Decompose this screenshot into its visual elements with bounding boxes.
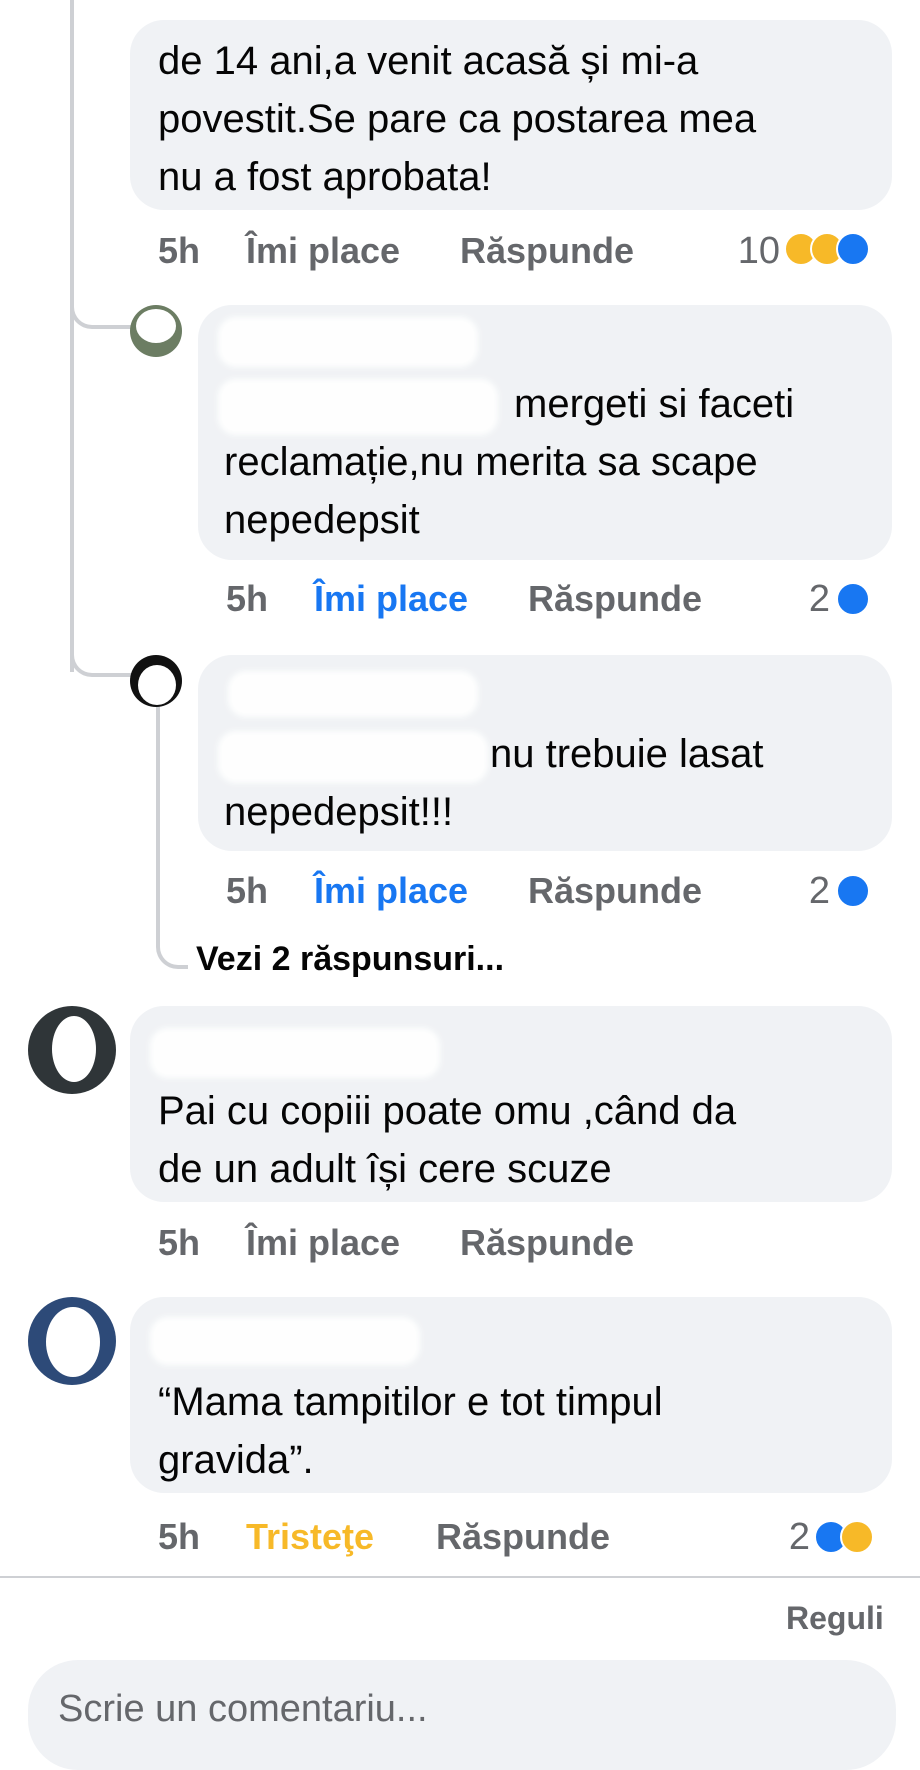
comment-text-line: de un adult își cere scuze xyxy=(158,1147,612,1191)
reply-bubble: mergeti si faceti reclamație,nu merita s… xyxy=(198,305,892,560)
comment-text-line: Pai cu copiii poate omu ,când da xyxy=(158,1089,737,1133)
sad-icon xyxy=(840,1520,874,1554)
reply-actions: 5h Îmi place Răspunde xyxy=(226,866,786,916)
reply-time[interactable]: 5h xyxy=(226,574,268,624)
avatar[interactable] xyxy=(28,1297,116,1385)
reply-bubble: nu trebuie lasat nepedepsit!!! xyxy=(198,655,892,851)
like-icon xyxy=(836,582,870,616)
redacted-author xyxy=(150,1317,420,1365)
like-button[interactable]: Îmi place xyxy=(246,1218,400,1268)
avatar-face xyxy=(52,1016,96,1082)
comment-actions: 5h Tristeţe Răspunde xyxy=(158,1512,718,1562)
redacted-author xyxy=(228,671,478,717)
reply-text-line: reclamație,nu merita sa scape xyxy=(224,440,758,484)
reaction-button[interactable]: Tristeţe xyxy=(246,1512,374,1562)
reply-button[interactable]: Răspunde xyxy=(460,1218,634,1268)
avatar-face xyxy=(138,665,176,705)
comment-text-line: “Mama tampitilor e tot timpul xyxy=(158,1380,663,1424)
comment-bubble: de 14 ani,a venit acasă și mi-a povestit… xyxy=(130,20,892,210)
thread-line-sub xyxy=(156,700,188,969)
comment-text-line: povestit.Se pare ca postarea mea xyxy=(158,97,757,141)
comment-bubble: “Mama tampitilor e tot timpul gravida”. xyxy=(130,1297,892,1493)
like-button[interactable]: Îmi place xyxy=(246,226,400,276)
comment-actions: 5h Îmi place Răspunde xyxy=(158,226,758,276)
reply-time[interactable]: 5h xyxy=(226,866,268,916)
avatar[interactable] xyxy=(130,655,182,707)
view-replies-link[interactable]: Vezi 2 răspunsuri... xyxy=(196,940,504,979)
footer-divider xyxy=(0,1576,920,1578)
reaction-count[interactable]: 2 xyxy=(770,1512,810,1562)
thread-line-main xyxy=(70,0,74,325)
comment-text-line: de 14 ani,a venit acasă și mi-a xyxy=(158,39,699,83)
like-button[interactable]: Îmi place xyxy=(314,866,468,916)
reply-button[interactable]: Răspunde xyxy=(460,226,634,276)
comment-time[interactable]: 5h xyxy=(158,226,200,276)
reply-button[interactable]: Răspunde xyxy=(436,1512,610,1562)
thread-line-main-2 xyxy=(70,320,74,672)
like-icon xyxy=(836,874,870,908)
avatar[interactable] xyxy=(130,305,182,357)
avatar-face xyxy=(46,1307,100,1377)
redacted-author xyxy=(150,1028,440,1078)
redacted-mention xyxy=(218,379,498,435)
comment-time[interactable]: 5h xyxy=(158,1218,200,1268)
comment-time[interactable]: 5h xyxy=(158,1512,200,1562)
like-button[interactable]: Îmi place xyxy=(314,574,468,624)
reaction-count[interactable]: 2 xyxy=(790,866,830,916)
avatar-face xyxy=(136,309,176,343)
comment-text-line: nu a fost aprobata! xyxy=(158,155,492,199)
reply-text-line: nepedepsit xyxy=(224,498,420,542)
comment-input[interactable] xyxy=(56,1678,860,1740)
reply-text-line: nepedepsit!!! xyxy=(224,790,454,834)
reply-text-line: mergeti si faceti xyxy=(514,382,795,426)
reaction-count[interactable]: 2 xyxy=(790,574,830,624)
redacted-author xyxy=(218,317,478,367)
reply-actions: 5h Îmi place Răspunde xyxy=(226,574,786,624)
reply-button[interactable]: Răspunde xyxy=(528,866,702,916)
like-icon xyxy=(836,232,870,266)
reaction-count[interactable]: 10 xyxy=(700,226,780,276)
comment-text-line: gravida”. xyxy=(158,1438,314,1482)
comment-actions: 5h Îmi place Răspunde xyxy=(158,1218,758,1268)
reply-button[interactable]: Răspunde xyxy=(528,574,702,624)
reply-text-line: nu trebuie lasat xyxy=(490,732,764,776)
comment-composer[interactable] xyxy=(28,1660,896,1770)
avatar[interactable] xyxy=(28,1006,116,1094)
rules-link[interactable]: Reguli xyxy=(786,1600,884,1637)
comment-bubble: Pai cu copiii poate omu ,când da de un a… xyxy=(130,1006,892,1202)
redacted-mention xyxy=(218,731,488,783)
